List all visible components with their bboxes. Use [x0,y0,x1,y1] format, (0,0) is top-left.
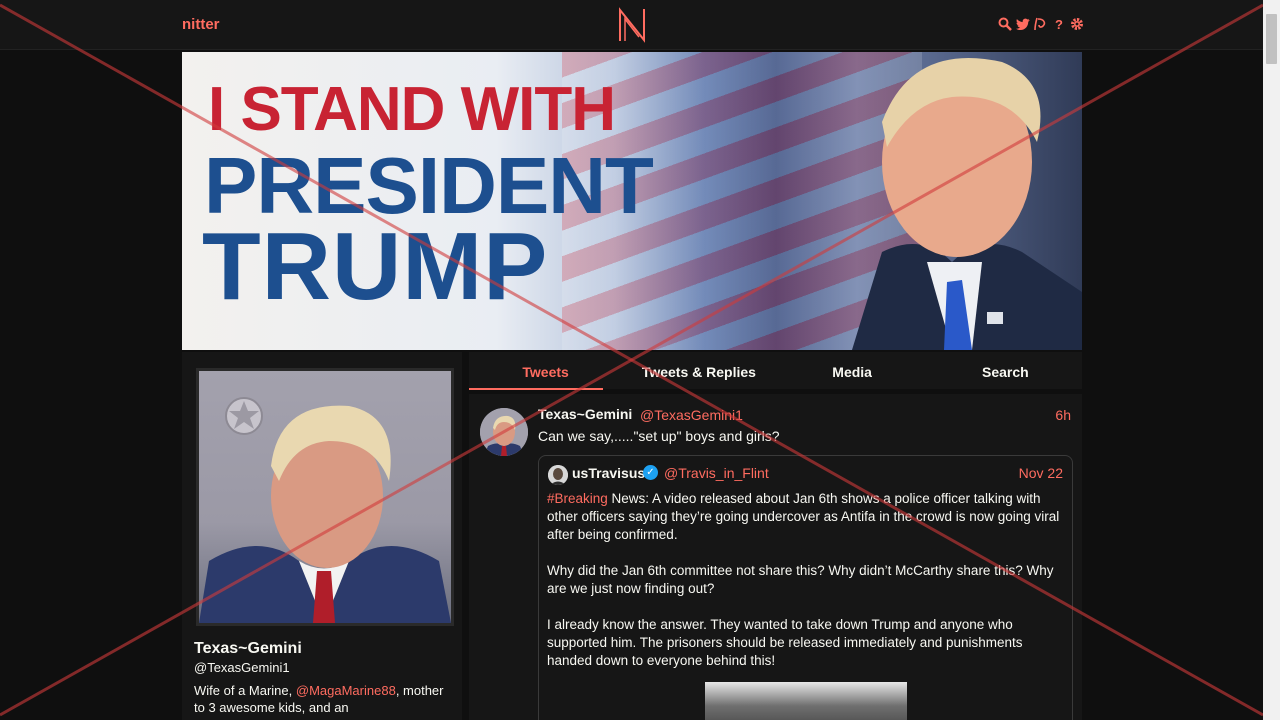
tweet-text: Can we say,....."set up" boys and girls? [538,428,780,444]
scrollbar-thumb[interactable] [1266,14,1277,64]
timeline: Texas~Gemini @TexasGemini1 6h Can we say… [469,394,1082,720]
quoted-media-thumbnail[interactable] [705,682,907,720]
tab-media[interactable]: Media [776,352,929,389]
verified-badge-icon: ✓ [643,465,658,480]
quoted-text: #Breaking News: A video released about J… [547,490,1069,688]
brand-link[interactable]: nitter [182,16,220,33]
page-scrollbar[interactable] [1263,0,1280,720]
banner-line-3: TRUMP [202,213,549,320]
quoted-tweet[interactable]: usTravisus ✓ @Travis_in_Flint Nov 22 #Br… [538,455,1073,720]
quoted-paragraph-1-text: News: A video released about Jan 6th sho… [547,491,1060,542]
rss-icon[interactable] [1034,16,1048,32]
nav-icons: ? [998,16,1084,32]
tweet-avatar[interactable] [480,408,528,456]
hashtag-link[interactable]: #Breaking [547,491,608,506]
tweet-date[interactable]: 6h [1055,407,1071,423]
bio-text: Wife of a Marine, [194,683,293,698]
top-navbar: nitter ? [0,0,1263,50]
profile-avatar[interactable] [196,368,454,626]
profile-banner[interactable]: I STAND WITH PRESIDENT TRUMP [182,52,1082,350]
tab-search[interactable]: Search [929,352,1082,389]
profile-handle[interactable]: @TexasGemini1 [194,660,290,675]
quoted-paragraph-3: I already know the answer. They wanted t… [547,617,1023,668]
profile-name[interactable]: Texas~Gemini [194,640,302,658]
tweet-author-name[interactable]: Texas~Gemini [538,406,632,422]
tab-tweets[interactable]: Tweets [469,352,622,390]
tweet-author-handle[interactable]: @TexasGemini1 [640,407,743,423]
search-icon[interactable] [998,16,1012,32]
quoted-paragraph-1: #Breaking News: A video released about J… [547,490,1069,544]
profile-card: Texas~Gemini @TexasGemini1 Wife of a Mar… [182,352,462,720]
profile-bio: Wife of a Marine, @MagaMarine88, mother … [194,682,444,716]
bio-mention-link[interactable]: @MagaMarine88 [296,683,396,698]
quoted-paragraph-2: Why did the Jan 6th committee not share … [547,563,1054,596]
quoted-author-handle[interactable]: @Travis_in_Flint [664,465,769,481]
quoted-avatar[interactable] [548,465,568,485]
settings-icon[interactable] [1070,16,1084,32]
banner-line-1: I STAND WITH [208,75,616,144]
help-icon[interactable]: ? [1052,16,1066,32]
nitter-logo-icon[interactable] [616,7,648,43]
quoted-author-name[interactable]: usTravisus [572,465,645,481]
twitter-icon[interactable] [1016,16,1030,32]
quoted-date[interactable]: Nov 22 [1019,465,1063,481]
tab-tweets-replies[interactable]: Tweets & Replies [622,352,775,389]
timeline-tabs: Tweets Tweets & Replies Media Search [469,352,1082,390]
banner-portrait [852,58,1082,350]
